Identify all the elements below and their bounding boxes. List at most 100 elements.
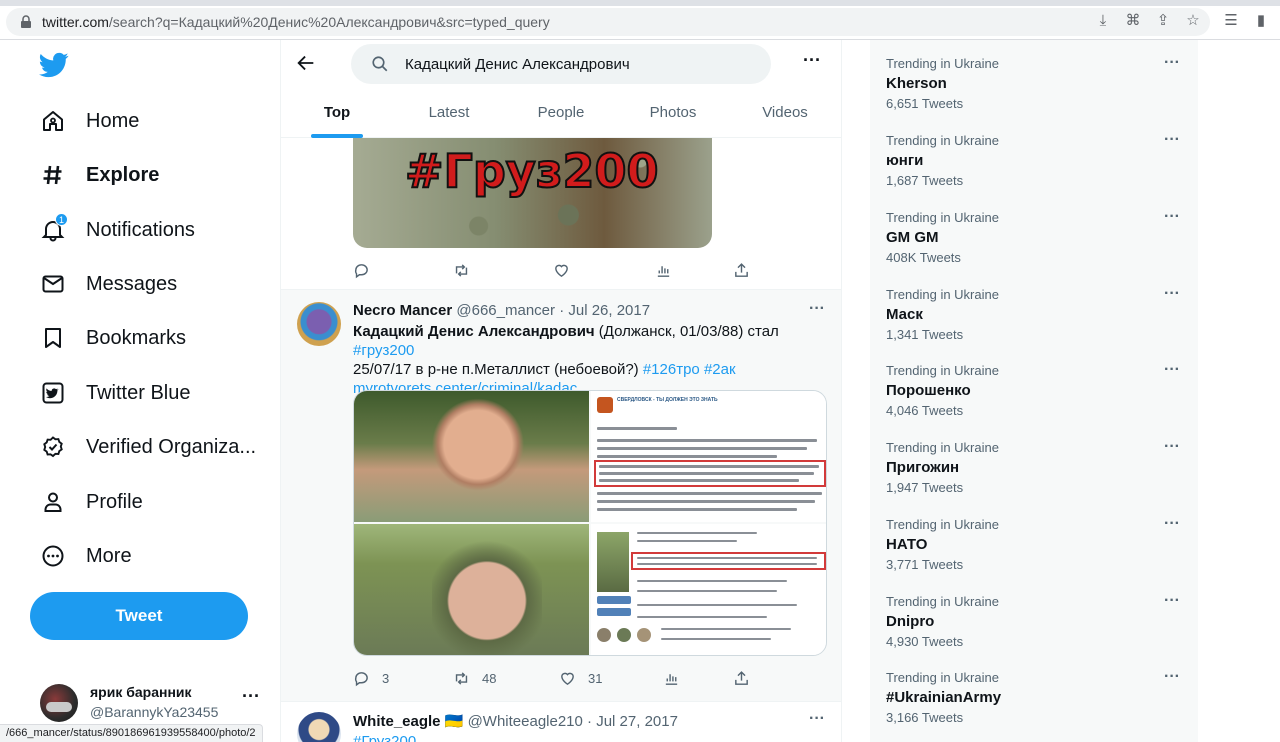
views-button[interactable] [663, 668, 692, 688]
like-button[interactable] [553, 260, 582, 280]
views-button[interactable] [655, 260, 684, 280]
address-bar[interactable]: twitter.com/search?q=Кадацкий%20Денис%20… [6, 8, 1210, 36]
trend-item[interactable]: Trending in Ukraine #UkrainianArmy 3,166… [870, 654, 1198, 731]
author-handle[interactable]: @666_mancer [456, 302, 555, 319]
retweet-button[interactable]: 48 [453, 668, 496, 688]
trend-item[interactable]: Trending in Ukraine Пригожин 1,947 Tweet… [870, 424, 1198, 501]
hashtag-link[interactable]: #126тро [643, 361, 700, 378]
author-name[interactable]: Necro Mancer [353, 302, 452, 319]
tweet[interactable]: Necro Mancer @666_mancer · Jul 26, 2017 … [281, 290, 841, 702]
more-dots-icon[interactable]: ··· [809, 300, 825, 318]
share-button[interactable] [733, 260, 762, 280]
tab-top[interactable]: Top [281, 90, 393, 138]
nav-messages[interactable]: Messages [28, 259, 189, 309]
author-handle[interactable]: @Whiteeagle210 [468, 713, 583, 730]
friend-avatar [617, 628, 631, 642]
heart-icon [561, 672, 574, 685]
nav-explore[interactable]: Explore [28, 150, 171, 200]
author-name[interactable]: White_eagle [353, 713, 441, 730]
reply-button[interactable] [353, 260, 382, 280]
trend-category: Trending in Ukraine [886, 210, 999, 225]
trend-item[interactable]: Trending in Ukraine НАТО 3,771 Tweets ··… [870, 501, 1198, 578]
reading-list-icon[interactable]: ☰ [1222, 12, 1240, 30]
trend-title: #UkrainianArmy [886, 689, 1002, 706]
nav-twitter-blue[interactable]: Twitter Blue [28, 368, 202, 418]
tweet-photo[interactable] [354, 524, 589, 655]
nav-verified-organizations[interactable]: Verified Organiza... [28, 422, 268, 472]
tweet-date[interactable]: · Jul 26, 2017 [559, 302, 650, 319]
analytics-icon [665, 673, 678, 685]
retweet-button[interactable] [453, 260, 482, 280]
more-dots-icon[interactable]: ··· [1164, 515, 1180, 533]
more-dots-icon[interactable]: ··· [809, 710, 825, 728]
more-dots-icon[interactable]: ··· [1164, 361, 1180, 379]
avatar[interactable] [297, 712, 341, 742]
envelope-icon [40, 271, 66, 297]
avatar[interactable] [297, 302, 341, 346]
nav-more[interactable]: More [28, 531, 144, 581]
hashtag-link[interactable]: #Груз200 [353, 733, 416, 742]
more-dots-icon[interactable]: ··· [1164, 668, 1180, 686]
retweet-icon [455, 671, 468, 685]
more-dots-icon[interactable]: ··· [803, 50, 821, 71]
tab-latest[interactable]: Latest [393, 90, 505, 138]
tab-people[interactable]: People [505, 90, 617, 138]
like-count: 31 [588, 670, 603, 686]
trend-item[interactable]: Trending in Ukraine юнги 1,687 Tweets ··… [870, 117, 1198, 194]
friend-avatar [637, 628, 651, 642]
search-tabs: Top Latest People Photos Videos [281, 90, 841, 138]
trend-item[interactable]: Trending in Ukraine Kherson 6,651 Tweets… [870, 40, 1198, 117]
tweet-date[interactable]: · Jul 27, 2017 [587, 713, 678, 730]
nav-notifications[interactable]: 1 Notifications [28, 205, 207, 255]
search-box[interactable] [351, 44, 771, 84]
reply-button[interactable]: 3 [353, 668, 389, 688]
trend-title: НАТО [886, 536, 928, 553]
twitter-logo-icon[interactable] [38, 50, 70, 80]
trend-count: 3,771 Tweets [886, 557, 964, 572]
tab-videos[interactable]: Videos [729, 90, 841, 138]
sidepanel-icon[interactable]: ▮ [1252, 12, 1270, 30]
star-icon[interactable]: ☆ [1184, 12, 1202, 30]
tweet-image[interactable]: #Груз200 [353, 138, 712, 248]
hashtag-link[interactable]: #груз200 [353, 342, 414, 359]
install-icon[interactable]: ⤓ [1094, 12, 1112, 30]
more-dots-icon[interactable]: ··· [1164, 208, 1180, 226]
photo-face [432, 395, 524, 505]
more-dots-icon[interactable]: ··· [1164, 131, 1180, 149]
share-icon[interactable]: ⇪ [1154, 12, 1172, 30]
trend-item[interactable]: Trending in Ukraine Dnipro 4,930 Tweets … [870, 578, 1198, 655]
translate-icon[interactable]: ⌘ [1124, 12, 1142, 30]
trend-item[interactable]: Trending in Ukraine Порошенко 4,046 Twee… [870, 347, 1198, 424]
trend-item[interactable]: Trending in Ukraine Маск 1,341 Tweets ··… [870, 271, 1198, 348]
trend-item[interactable]: Trending in Ukraine GM GM 408K Tweets ··… [870, 194, 1198, 271]
account-name: ярик баранник [90, 684, 192, 700]
like-button[interactable]: 31 [559, 668, 602, 688]
nav-profile[interactable]: Profile [28, 477, 155, 527]
tweet-button[interactable]: Tweet [30, 592, 248, 640]
nav-bookmarks[interactable]: Bookmarks [28, 313, 198, 363]
account-switcher[interactable]: ярик баранник @BarannykYa23455 ··· [30, 680, 270, 730]
tweet-photo[interactable] [591, 524, 826, 655]
more-dots-icon[interactable]: ··· [1164, 54, 1180, 72]
heart-icon [555, 264, 568, 277]
share-button[interactable] [733, 668, 762, 688]
more-dots-icon[interactable]: ··· [1164, 438, 1180, 456]
tab-photos[interactable]: Photos [617, 90, 729, 138]
tweet-media-grid: СВЕРДЛОВСК - ТЫ ДОЛЖЕН ЭТО ЗНАТЬ [353, 390, 827, 656]
tweet[interactable]: #Груз200 [281, 138, 841, 290]
tweet-photo[interactable] [354, 391, 589, 522]
more-dots-icon[interactable]: ··· [1164, 285, 1180, 303]
more-dots-icon[interactable]: ··· [242, 686, 260, 707]
doc-line [597, 447, 807, 450]
url-text[interactable]: twitter.com/search?q=Кадацкий%20Денис%20… [42, 14, 550, 30]
more-dots-icon[interactable]: ··· [1164, 592, 1180, 610]
doc-line [637, 532, 757, 534]
trend-count: 1,947 Tweets [886, 480, 964, 495]
nav-home[interactable]: Home [28, 96, 151, 146]
back-arrow-icon[interactable] [295, 52, 317, 74]
trend-count: 3,166 Tweets [886, 710, 964, 725]
tweet-photo[interactable]: СВЕРДЛОВСК - ТЫ ДОЛЖЕН ЭТО ЗНАТЬ [591, 391, 826, 522]
search-input[interactable] [405, 53, 755, 75]
hashtag-link[interactable]: #2ак [704, 361, 736, 378]
tweet[interactable]: White_eagle 🇺🇦 @Whiteeagle210 · Jul 27, … [281, 702, 841, 742]
